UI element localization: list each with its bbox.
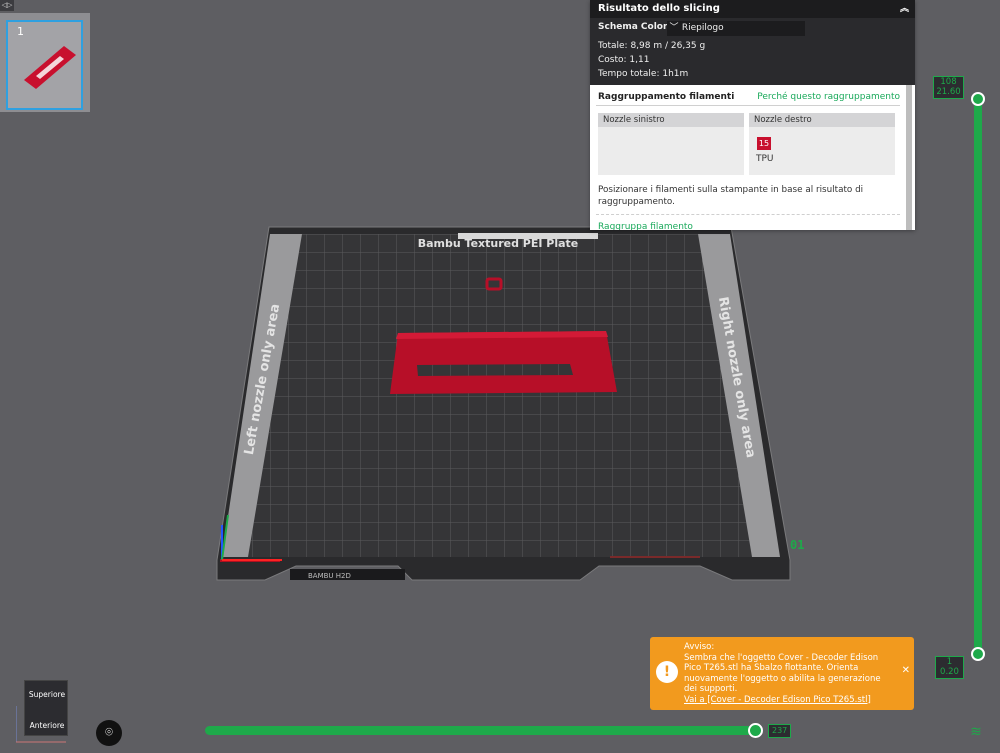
slicing-stats: Schema Colore ﹀ Riepilogo Totale: 8,98 m… — [590, 18, 915, 85]
divider — [596, 105, 900, 106]
chevron-down-icon: ﹀ — [669, 23, 679, 33]
filament-type: TPU — [756, 154, 774, 164]
warning-goto-link[interactable]: Vai a [Cover - Decoder Edison Pico T265.… — [684, 695, 894, 706]
left-nozzle-label: Nozzle sinistro — [598, 113, 744, 127]
warning-notification: ! Avviso: Sembra che l'oggetto Cover - D… — [650, 637, 914, 710]
total-time: Tempo totale: 1h1m — [598, 69, 689, 79]
move-slider-value: 237 — [768, 724, 792, 738]
build-plate — [216, 226, 791, 581]
layer-slider-top-handle[interactable] — [971, 92, 985, 106]
cost-value: Costo: 1,11 — [598, 55, 650, 65]
left-nozzle-box: Nozzle sinistro — [598, 113, 744, 175]
top-layer-number: 108 — [940, 77, 957, 87]
top-layer-label: 108 21.60 — [933, 76, 964, 99]
slicing-result-title: Risultato dello slicing — [598, 3, 720, 14]
top-layer-height: 21.60 — [936, 87, 961, 97]
layers-icon[interactable]: ≋ — [968, 724, 984, 740]
divider — [596, 214, 900, 215]
grouping-description: Posizionare i filamenti sulla stampante … — [598, 185, 864, 207]
warning-title: Avviso: — [684, 642, 715, 652]
bottom-layer-label: 1 0.20 — [935, 656, 964, 679]
filament-grouping-section: Raggruppamento filamenti Perché questo r… — [590, 85, 915, 230]
panel-scrollbar[interactable] — [906, 85, 912, 230]
close-icon[interactable]: ✕ — [902, 665, 910, 677]
view-cube-axes — [16, 706, 66, 743]
plate-thumbnail-panel: 1 — [0, 13, 90, 112]
layer-slider[interactable] — [974, 100, 982, 655]
right-nozzle-box: Nozzle destro 15 TPU — [749, 113, 895, 175]
chevron-up-icon[interactable]: ︽ — [900, 0, 909, 18]
bottom-layer-height: 0.20 — [940, 667, 959, 677]
view-cube[interactable]: Superiore Anteriore — [16, 680, 68, 743]
color-scheme-value: Riepilogo — [681, 23, 724, 33]
bottom-layer-number: 1 — [946, 657, 953, 667]
total-usage: Totale: 8,98 m / 26,35 g — [598, 41, 706, 51]
move-slider[interactable] — [205, 726, 760, 735]
grouping-why-link[interactable]: Perché questo raggruppamento — [757, 92, 900, 102]
grouping-title: Raggruppamento filamenti — [598, 92, 735, 102]
warning-icon: ! — [656, 661, 678, 683]
camera-fit-icon[interactable]: ⌾ — [96, 720, 122, 746]
slicing-result-panel: Risultato dello slicing ︽ Schema Colore … — [590, 0, 915, 230]
color-scheme-select[interactable]: ﹀ Riepilogo — [667, 21, 805, 36]
layer-slider-bottom-handle[interactable] — [971, 647, 985, 661]
right-nozzle-label: Nozzle destro — [749, 113, 895, 127]
plate-thumbnail[interactable]: 1 — [6, 20, 83, 110]
plate-number-label: 01 — [790, 538, 804, 552]
thumbnail-model-image — [24, 46, 76, 89]
move-slider-handle[interactable] — [748, 723, 763, 738]
color-scheme-label: Schema Colore — [598, 22, 674, 32]
filament-chip[interactable]: 15 — [757, 137, 771, 150]
warning-message: Sembra che l'oggetto Cover - Decoder Edi… — [684, 652, 881, 695]
regroup-filament-link[interactable]: Raggruppa filamento — [598, 222, 693, 230]
plate-front-label: BAMBU H2D — [308, 572, 351, 580]
plate-name-label: Bambu Textured PEI Plate — [418, 237, 579, 250]
collapse-icon[interactable]: ◁▷ — [0, 0, 14, 11]
slicing-result-header[interactable]: Risultato dello slicing ︽ — [590, 0, 915, 18]
